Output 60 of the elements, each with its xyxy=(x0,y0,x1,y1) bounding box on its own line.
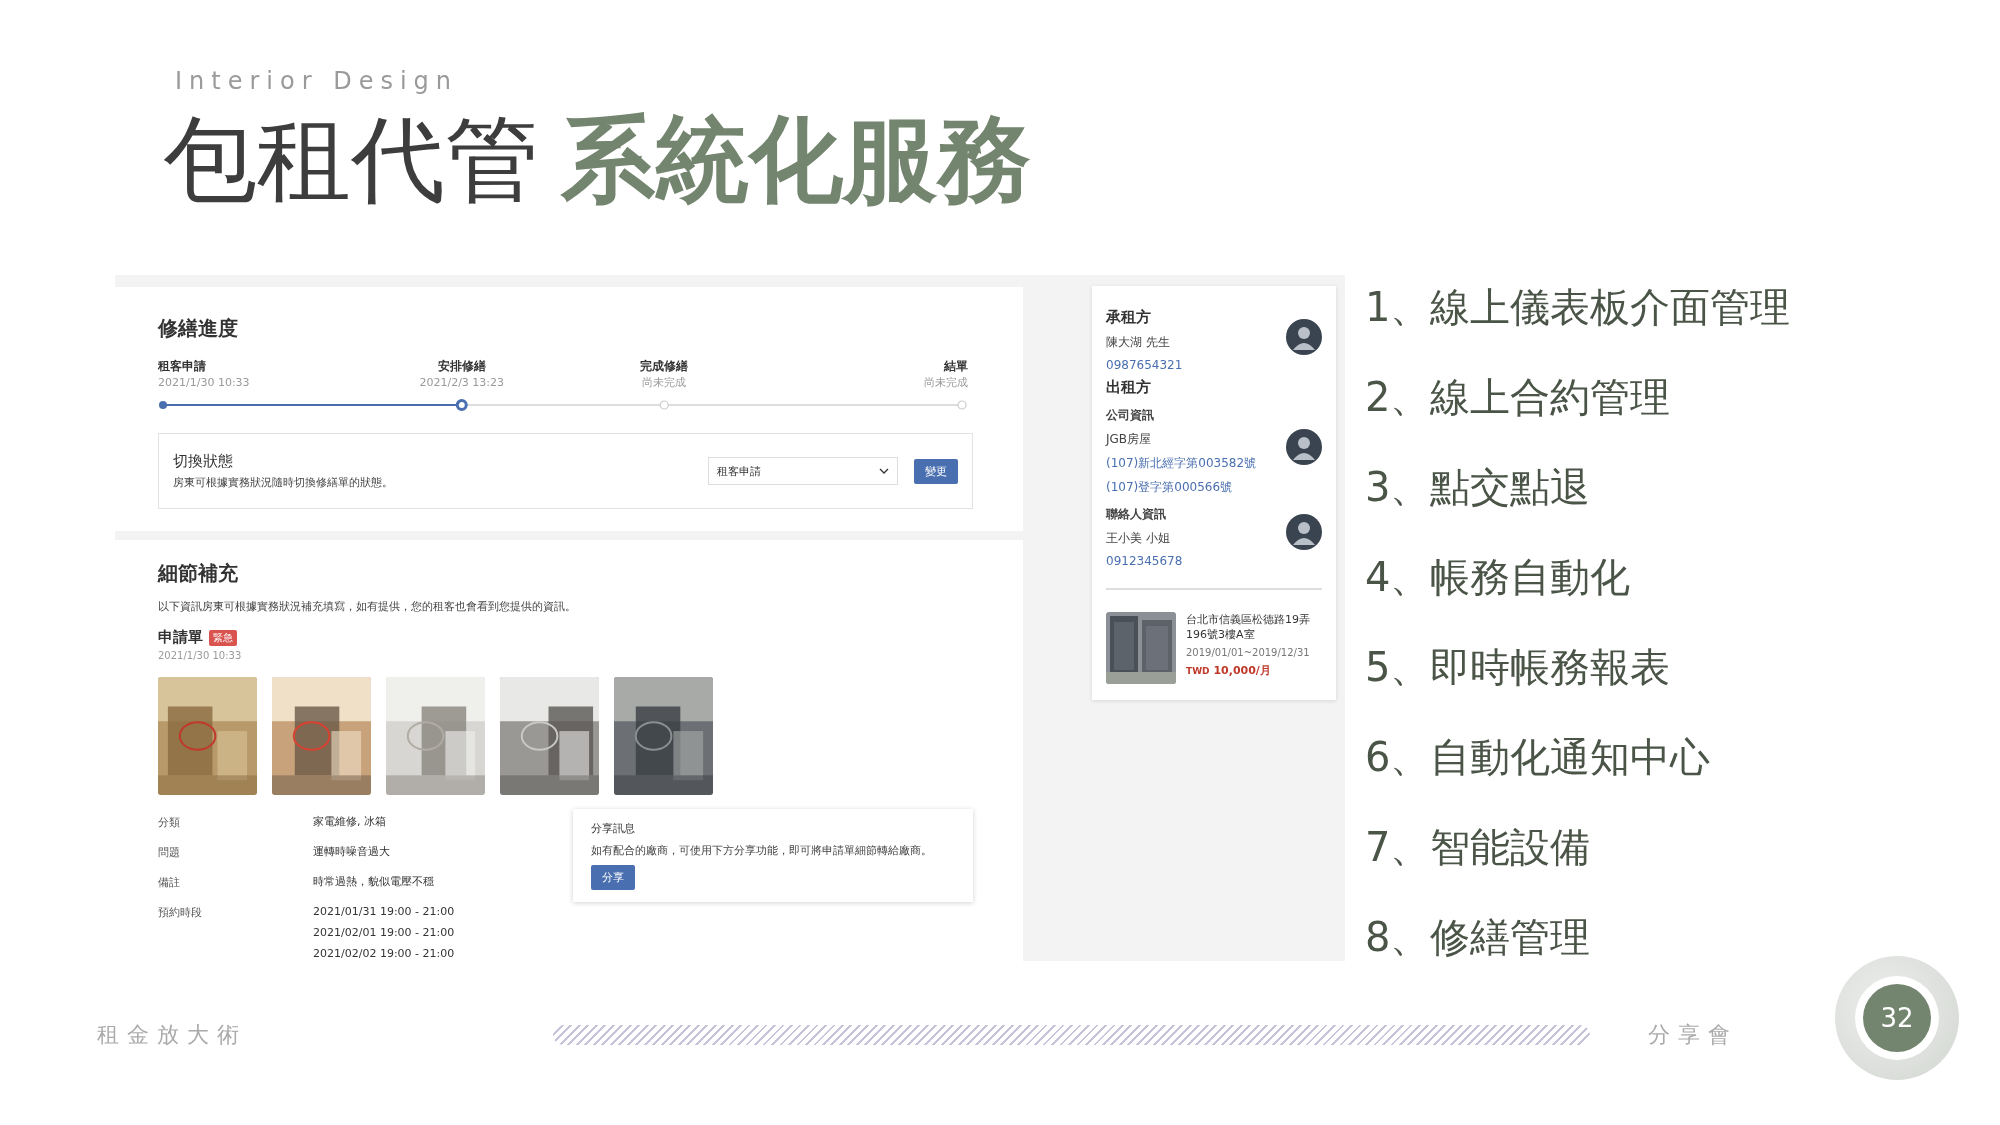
slide-title: 包租代管 xyxy=(163,105,539,214)
feature-item: 4、帳務自動化 xyxy=(1365,553,1632,602)
field-value: 運轉時噪音過大 xyxy=(313,845,391,858)
field-label: 問題 xyxy=(158,845,181,860)
chevron-icon xyxy=(879,468,889,474)
step-time: 2021/1/30 10:33 xyxy=(158,375,250,391)
field-value: 家電維修, 冰箱 xyxy=(313,815,387,828)
panel-description: 房東可根據實務狀況隨時切換修繕單的狀態。 xyxy=(173,475,394,490)
party-link[interactable]: (107)新北經字第003582號 xyxy=(1106,455,1257,472)
party-text: 陳大湖 先生 xyxy=(1106,334,1171,351)
feature-item: 6、自動化通知中心 xyxy=(1365,733,1712,782)
status-dropdown[interactable]: 租客申請 xyxy=(708,457,898,485)
party-subheading: 聯絡人資訊 xyxy=(1106,506,1167,523)
step-label: 租客申請 xyxy=(158,358,206,375)
step-label: 結單 xyxy=(944,358,968,375)
share-button[interactable]: 分享 xyxy=(591,865,635,890)
footer-text: 租金放大術 xyxy=(97,1021,247,1049)
step-label: 完成修繕 xyxy=(640,358,689,375)
panel-title: 切換狀態 xyxy=(173,452,234,471)
field-value: 時常過熱，貌似電壓不穩 xyxy=(313,875,435,888)
feature-item: 8、修繕管理 xyxy=(1365,913,1592,962)
feature-item: 2、線上合約管理 xyxy=(1365,373,1672,422)
page-number: 32 xyxy=(1863,984,1931,1052)
step-time: 2021/2/3 13:23 xyxy=(419,375,505,391)
feature-item: 7、智能設備 xyxy=(1365,823,1592,872)
party-heading: 出租方 xyxy=(1106,378,1151,397)
form-title: 申請單 xyxy=(158,628,203,647)
party-subheading: 公司資訊 xyxy=(1106,407,1155,424)
field-label: 備註 xyxy=(158,875,181,890)
lease-period: 2019/01/01~2019/12/31 xyxy=(1186,647,1311,658)
party-text: 王小美 小姐 xyxy=(1106,530,1171,547)
section-title: 修繕進度 xyxy=(158,315,239,342)
footer-text: 分享會 xyxy=(1648,1021,1738,1049)
step-time: 尚未完成 xyxy=(642,375,687,391)
field-value: 2021/02/01 19:00 - 21:00 xyxy=(313,926,456,939)
section-description: 以下資訊房東可根據實務狀況補充填寫，如有提供，您的租客也會看到您提供的資訊。 xyxy=(158,599,577,614)
share-title: 分享訊息 xyxy=(591,821,635,836)
step-time: 尚未完成 xyxy=(924,375,968,391)
form-date: 2021/1/30 10:33 xyxy=(158,650,243,661)
urgent-badge: 緊急 xyxy=(209,629,237,646)
party-link[interactable]: (107)登字第000566號 xyxy=(1106,479,1257,496)
kicker-text: Interior Design xyxy=(175,66,459,96)
party-link[interactable]: 0987654321 xyxy=(1106,358,1183,372)
party-link[interactable]: 0912345678 xyxy=(1106,554,1183,568)
feature-item: 3、點交點退 xyxy=(1365,463,1592,512)
step-label: 安排修繕 xyxy=(437,358,486,375)
rent-price: TWD 10,000/月 xyxy=(1186,663,1272,678)
change-button[interactable]: 變更 xyxy=(914,458,958,484)
listing-address: 台北市信義區松德路19弄196號3樓A室 xyxy=(1186,612,1311,642)
section-title: 細節補充 xyxy=(158,560,239,587)
field-label: 分類 xyxy=(158,815,181,830)
feature-item: 5、即時帳務報表 xyxy=(1365,643,1672,692)
field-value: 2021/01/31 19:00 - 21:00 xyxy=(313,905,456,918)
party-heading: 承租方 xyxy=(1106,308,1152,327)
feature-item: 1、線上儀表板介面管理 xyxy=(1365,283,1791,332)
field-label: 預約時段 xyxy=(158,905,203,921)
party-text: JGB房屋 xyxy=(1106,431,1153,448)
share-text: 如有配合的廠商，可使用下方分享功能，即可將申請單細節轉給廠商。 xyxy=(591,843,932,859)
slide-title-accent: 系統化服務 xyxy=(561,105,1031,214)
field-value: 2021/02/02 19:00 - 21:00 xyxy=(313,947,456,960)
